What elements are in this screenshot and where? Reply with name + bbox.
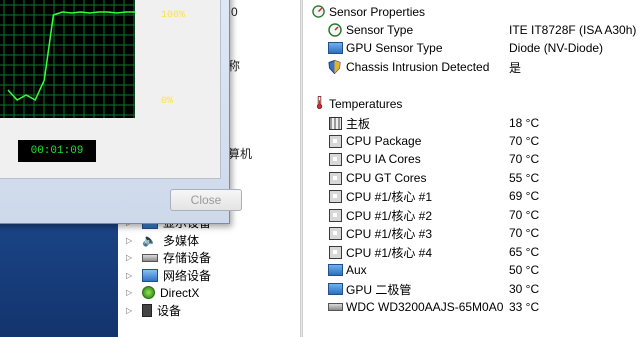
tree-item-label: 存储设备 (163, 251, 212, 266)
gauge-icon (312, 5, 325, 18)
cpu-graph-svg (0, 0, 135, 118)
sensor-row[interactable]: GPU Sensor Type Diode (NV-Diode) (306, 39, 640, 57)
temperatures-header[interactable]: Temperatures (306, 95, 640, 113)
cpu-icon (329, 227, 342, 240)
temperature-value: 70 °C (509, 208, 540, 222)
temperature-value: 69 °C (509, 189, 540, 203)
tree-item-storage[interactable]: ▷ 存储设备 (118, 249, 298, 267)
cpu-icon (329, 246, 342, 259)
temperature-label: WDC WD3200AAJS-65M0A0 (346, 300, 504, 314)
sensor-label: GPU Sensor Type (346, 41, 443, 55)
thermometer-icon (316, 96, 323, 109)
tree-item-devices[interactable]: ▷ 设备 (118, 302, 298, 320)
sensor-value: Diode (NV-Diode) (509, 41, 604, 55)
sensor-value: 是 (509, 60, 522, 75)
task-manager-window: 100% 0% 00:01:09 Close (0, 0, 242, 224)
graph-top-percent: 100% (161, 10, 186, 21)
tree-item-multimedia[interactable]: ▷ 🔈 多媒体 (118, 232, 298, 250)
temperature-label: CPU IA Cores (346, 152, 421, 166)
temperature-row[interactable]: CPU #1/核心 #4 65 °C (306, 243, 640, 261)
speaker-icon: 🔈 (142, 232, 157, 247)
temperature-label: CPU GT Cores (346, 171, 427, 185)
temperature-row[interactable]: WDC WD3200AAJS-65M0A0 33 °C (306, 298, 640, 316)
temperature-value: 18 °C (509, 116, 540, 130)
tree-item-directx[interactable]: ▷ DirectX (118, 284, 298, 302)
expand-arrow-icon[interactable]: ▷ (126, 253, 136, 262)
expand-arrow-icon[interactable]: ▷ (126, 271, 136, 280)
sensor-label: Chassis Intrusion Detected (346, 60, 490, 74)
background-text-fragment: 0 (231, 5, 238, 19)
temperature-row[interactable]: 主板 18 °C (306, 114, 640, 132)
expand-arrow-icon[interactable]: ▷ (126, 236, 136, 245)
temperature-row[interactable]: CPU #1/核心 #1 69 °C (306, 187, 640, 205)
tree-item-label: 设备 (157, 303, 182, 318)
temperature-value: 70 °C (509, 134, 540, 148)
cpu-icon (329, 190, 342, 203)
cpu-icon (329, 209, 342, 222)
cpu-icon (329, 172, 342, 185)
section-title: Temperatures (329, 97, 403, 111)
temperature-row[interactable]: CPU IA Cores 70 °C (306, 150, 640, 168)
device-tree: ▷ 显示设备 ▷ 🔈 多媒体 ▷ 存储设备 ▷ 网络设备 ▷ DirectX ▷… (118, 214, 298, 319)
network-icon (142, 268, 158, 282)
monitor-icon (328, 42, 343, 54)
temperature-row[interactable]: CPU #1/核心 #2 70 °C (306, 206, 640, 224)
temperature-label: CPU #1/核心 #4 (346, 245, 433, 260)
monitor-icon (328, 264, 343, 276)
temperature-row[interactable]: GPU 二极管 30 °C (306, 280, 640, 298)
temperature-row[interactable]: CPU Package 70 °C (306, 132, 640, 150)
section-title: Sensor Properties (329, 5, 426, 19)
sensor-properties-header[interactable]: Sensor Properties (306, 3, 640, 21)
temperature-value: 50 °C (509, 263, 540, 277)
uptime-display: 00:01:09 (18, 140, 96, 162)
temperature-value: 33 °C (509, 300, 540, 314)
temperature-row[interactable]: CPU #1/核心 #3 70 °C (306, 224, 640, 242)
graph-bottom-percent: 0% (161, 96, 174, 107)
motherboard-icon (329, 117, 342, 130)
xbox-icon (142, 286, 155, 300)
temperature-value: 70 °C (509, 152, 540, 166)
sensor-row[interactable]: Chassis Intrusion Detected 是 (306, 58, 640, 76)
close-button[interactable]: Close (170, 189, 242, 211)
background-text-fragment: 算机 (228, 147, 253, 161)
performance-panel: 100% 0% 00:01:09 (0, 0, 221, 179)
tree-item-network[interactable]: ▷ 网络设备 (118, 267, 298, 285)
expand-arrow-icon[interactable]: ▷ (126, 306, 136, 315)
expand-arrow-icon[interactable]: ▷ (126, 288, 136, 297)
tree-item-label: 网络设备 (163, 268, 212, 283)
cpu-icon (329, 153, 342, 166)
sensor-row[interactable]: Sensor Type ITE IT8728F (ISA A30h) (306, 21, 640, 39)
pane-splitter[interactable] (300, 0, 303, 337)
temperature-value: 55 °C (509, 171, 540, 185)
temperature-label: CPU #1/核心 #1 (346, 189, 433, 204)
chip-sensor-icon (328, 23, 342, 37)
storage-icon (142, 253, 158, 262)
tree-item-label: 多媒体 (163, 233, 200, 248)
temperature-label: CPU #1/核心 #3 (346, 226, 433, 241)
cpu-icon (329, 135, 342, 148)
temperature-label: GPU 二极管 (346, 282, 412, 297)
monitor-icon (328, 283, 343, 295)
hard-drive-icon (328, 303, 343, 311)
temperature-value: 70 °C (509, 226, 540, 240)
temperature-value: 30 °C (509, 282, 540, 296)
sensor-panel: Sensor Properties Sensor Type ITE IT8728… (306, 0, 640, 337)
cpu-usage-graph (0, 0, 135, 118)
temperature-row[interactable]: CPU GT Cores 55 °C (306, 169, 640, 187)
temperature-label: CPU #1/核心 #2 (346, 208, 433, 223)
sensor-value: ITE IT8728F (ISA A30h) (509, 23, 637, 37)
temperature-row[interactable]: Aux 50 °C (306, 261, 640, 279)
tree-item-label: DirectX (160, 285, 200, 300)
device-icon (142, 303, 152, 317)
shield-icon (328, 60, 341, 74)
temperature-label: 主板 (346, 116, 371, 131)
sensor-label: Sensor Type (346, 23, 414, 37)
temperature-label: CPU Package (346, 134, 422, 148)
temperature-label: Aux (346, 263, 367, 277)
temperature-value: 65 °C (509, 245, 540, 259)
